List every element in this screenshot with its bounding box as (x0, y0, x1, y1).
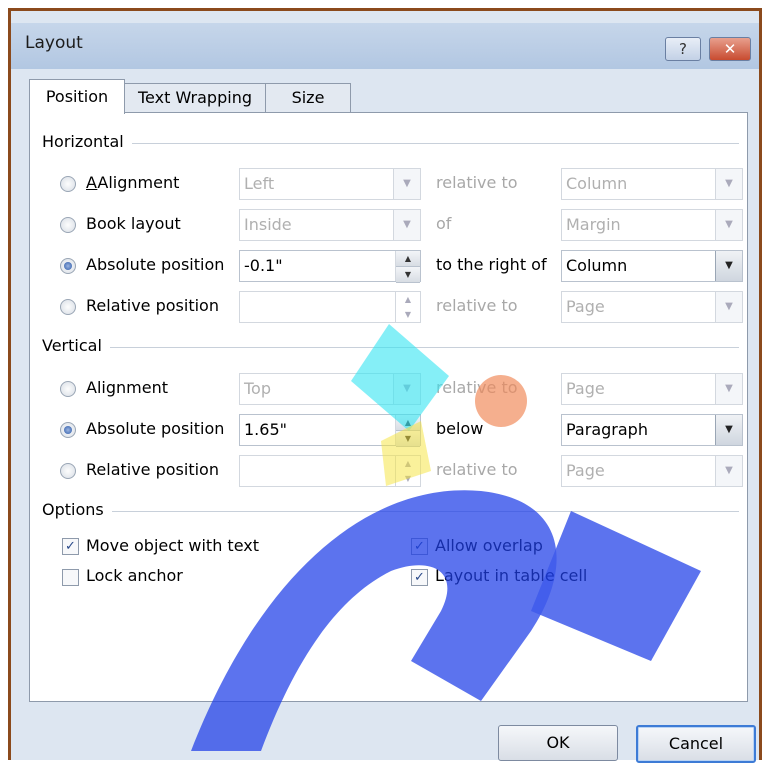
move-object-label: Move object with text (86, 536, 259, 555)
chevron-down-icon: ▼ (393, 169, 420, 199)
vertical-relative-input[interactable]: ▲ ▼ (239, 455, 421, 487)
vertical-absolute-radio[interactable] (60, 422, 76, 438)
spinner-icon[interactable]: ▲ ▼ (395, 415, 420, 447)
book-layout-value: Inside (244, 215, 292, 234)
horizontal-alignment-relation: relative to (436, 173, 518, 192)
vertical-absolute-target: Paragraph (566, 420, 648, 439)
tab-size[interactable]: Size (265, 83, 351, 112)
book-layout-select[interactable]: Inside ▼ (239, 209, 421, 241)
options-divider (42, 511, 739, 512)
horizontal-relative-target: Page (566, 297, 605, 316)
book-layout-radio[interactable] (60, 217, 76, 233)
horizontal-absolute-relation: to the right of (436, 255, 547, 274)
vertical-absolute-value: 1.65" (244, 420, 287, 439)
horizontal-heading: Horizontal (42, 132, 132, 151)
book-layout-target: Margin (566, 215, 621, 234)
chevron-down-icon: ▼ (715, 456, 742, 486)
spinner-icon[interactable]: ▲ ▼ (395, 251, 420, 283)
vertical-relative-target-select[interactable]: Page ▼ (561, 455, 743, 487)
spinner-icon[interactable]: ▲ ▼ (395, 456, 420, 486)
book-layout-label: Book layout (86, 214, 181, 233)
title-bar: Layout ? ✕ (11, 23, 759, 69)
chevron-down-icon: ▼ (715, 374, 742, 404)
chevron-down-icon: ▼ (715, 210, 742, 240)
book-layout-target-select[interactable]: Margin ▼ (561, 209, 743, 241)
layout-in-table-cell-label: Layout in table cell (435, 566, 588, 585)
horizontal-relative-label: Relative position (86, 296, 219, 315)
dialog-frame: Layout ? ✕ Position Text Wrapping Size H… (8, 8, 762, 763)
lock-anchor-label: Lock anchor (86, 566, 183, 585)
horizontal-absolute-value: -0.1" (244, 256, 283, 275)
horizontal-alignment-radio[interactable] (60, 176, 76, 192)
horizontal-relative-target-select[interactable]: Page ▼ (561, 291, 743, 323)
help-button[interactable]: ? (665, 37, 701, 61)
vertical-absolute-relation: below (436, 419, 484, 438)
horizontal-alignment-text: Alignment (97, 173, 180, 192)
vertical-alignment-label: Alignment (86, 378, 168, 397)
horizontal-alignment-label: AAlignment (86, 173, 180, 192)
chevron-down-icon: ▼ (393, 374, 420, 404)
lock-anchor-checkbox[interactable] (62, 569, 79, 586)
vertical-heading: Vertical (42, 336, 110, 355)
chevron-down-icon: ▼ (715, 169, 742, 199)
horizontal-alignment-target-select[interactable]: Column ▼ (561, 168, 743, 200)
horizontal-absolute-target-select[interactable]: Column ▼ (561, 250, 743, 282)
vertical-relative-target: Page (566, 461, 605, 480)
horizontal-absolute-radio[interactable] (60, 258, 76, 274)
ok-button[interactable]: OK (498, 725, 618, 761)
horizontal-alignment-target: Column (566, 174, 628, 193)
allow-overlap-checkbox[interactable]: ✓ (411, 538, 428, 555)
close-button[interactable]: ✕ (709, 37, 751, 61)
horizontal-alignment-select[interactable]: Left ▼ (239, 168, 421, 200)
horizontal-absolute-target: Column (566, 256, 628, 275)
vertical-alignment-target-select[interactable]: Page ▼ (561, 373, 743, 405)
horizontal-relative-radio[interactable] (60, 299, 76, 315)
horizontal-absolute-label: Absolute position (86, 255, 225, 274)
position-panel: Horizontal AAlignment Left ▼ relative to … (29, 112, 748, 702)
chevron-down-icon: ▼ (715, 292, 742, 322)
vertical-absolute-label: Absolute position (86, 419, 225, 438)
tab-position[interactable]: Position (29, 79, 125, 114)
horizontal-relative-relation: relative to (436, 296, 518, 315)
vertical-alignment-select[interactable]: Top ▼ (239, 373, 421, 405)
horizontal-absolute-input[interactable]: -0.1" ▲ ▼ (239, 250, 421, 283)
vertical-alignment-radio[interactable] (60, 381, 76, 397)
book-layout-relation: of (436, 214, 452, 233)
chevron-down-icon: ▼ (715, 251, 742, 281)
cancel-button[interactable]: Cancel (636, 725, 756, 763)
move-object-checkbox[interactable]: ✓ (62, 538, 79, 555)
spinner-icon[interactable]: ▲ ▼ (395, 292, 420, 322)
chevron-down-icon: ▼ (393, 210, 420, 240)
tab-text-wrapping[interactable]: Text Wrapping (123, 83, 267, 112)
vertical-alignment-relation: relative to (436, 378, 518, 397)
vertical-relative-radio[interactable] (60, 463, 76, 479)
vertical-alignment-target: Page (566, 379, 605, 398)
vertical-divider (42, 347, 739, 348)
allow-overlap-label: Allow overlap (435, 536, 543, 555)
options-heading: Options (42, 500, 112, 519)
vertical-relative-relation: relative to (436, 460, 518, 479)
help-icon: ? (679, 40, 687, 58)
vertical-alignment-value: Top (244, 379, 271, 398)
dialog-title: Layout (25, 33, 83, 53)
chevron-down-icon: ▼ (715, 415, 742, 445)
horizontal-alignment-value: Left (244, 174, 275, 193)
vertical-absolute-input[interactable]: 1.65" ▲ ▼ (239, 414, 421, 447)
horizontal-relative-input[interactable]: ▲ ▼ (239, 291, 421, 323)
vertical-relative-label: Relative position (86, 460, 219, 479)
horizontal-divider (42, 143, 739, 144)
layout-in-table-cell-checkbox[interactable]: ✓ (411, 569, 428, 586)
close-icon: ✕ (723, 40, 737, 58)
vertical-absolute-target-select[interactable]: Paragraph ▼ (561, 414, 743, 446)
